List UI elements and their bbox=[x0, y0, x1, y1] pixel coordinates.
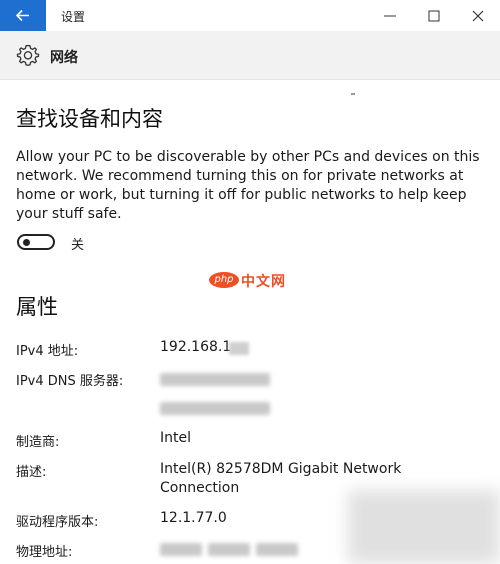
gear-icon bbox=[16, 44, 40, 66]
page-header: 网络 bbox=[0, 31, 500, 80]
divider-mark bbox=[351, 93, 355, 95]
watermark-logo: php bbox=[209, 272, 239, 288]
arrow-left-icon bbox=[15, 9, 29, 22]
mac-redacted-2 bbox=[208, 543, 250, 556]
ipv4-label: IPv4 地址: bbox=[16, 344, 79, 359]
mac-redacted-1 bbox=[160, 543, 202, 556]
watermark-text: 中文网 bbox=[241, 274, 286, 290]
close-button[interactable] bbox=[456, 0, 500, 31]
manufacturer-label: 制造商: bbox=[16, 435, 60, 450]
discovery-description: Allow your PC to be discoverable by othe… bbox=[16, 149, 480, 222]
window-title: 设置 bbox=[61, 10, 86, 24]
minimize-button[interactable] bbox=[368, 0, 412, 31]
ipv4-value: 192.168.1 bbox=[160, 339, 232, 355]
maximize-button[interactable] bbox=[412, 0, 456, 31]
section-title-properties: 属性 bbox=[16, 295, 58, 319]
mac-label: 物理地址: bbox=[16, 545, 73, 560]
header-title: 网络 bbox=[50, 50, 78, 66]
title-bar: 设置 bbox=[0, 0, 500, 31]
toggle-knob bbox=[23, 239, 30, 246]
mac-redacted-3 bbox=[256, 543, 298, 556]
corner-redaction bbox=[348, 490, 500, 564]
maximize-icon bbox=[428, 10, 440, 22]
dns-secondary-redacted bbox=[160, 402, 270, 415]
dns-label: IPv4 DNS 服务器: bbox=[16, 374, 124, 389]
discoverable-toggle[interactable] bbox=[17, 234, 55, 250]
driver-value: 12.1.77.0 bbox=[160, 510, 227, 526]
driver-label: 驱动程序版本: bbox=[16, 515, 99, 530]
dns-primary-redacted bbox=[160, 373, 270, 386]
description-label: 描述: bbox=[16, 465, 47, 480]
minimize-icon bbox=[384, 15, 396, 17]
ipv4-redacted bbox=[229, 342, 249, 355]
toggle-state-label: 关 bbox=[71, 238, 85, 253]
section-title-discovery: 查找设备和内容 bbox=[16, 107, 163, 131]
manufacturer-value: Intel bbox=[160, 430, 191, 446]
back-button[interactable] bbox=[0, 0, 46, 31]
close-icon bbox=[472, 10, 484, 22]
